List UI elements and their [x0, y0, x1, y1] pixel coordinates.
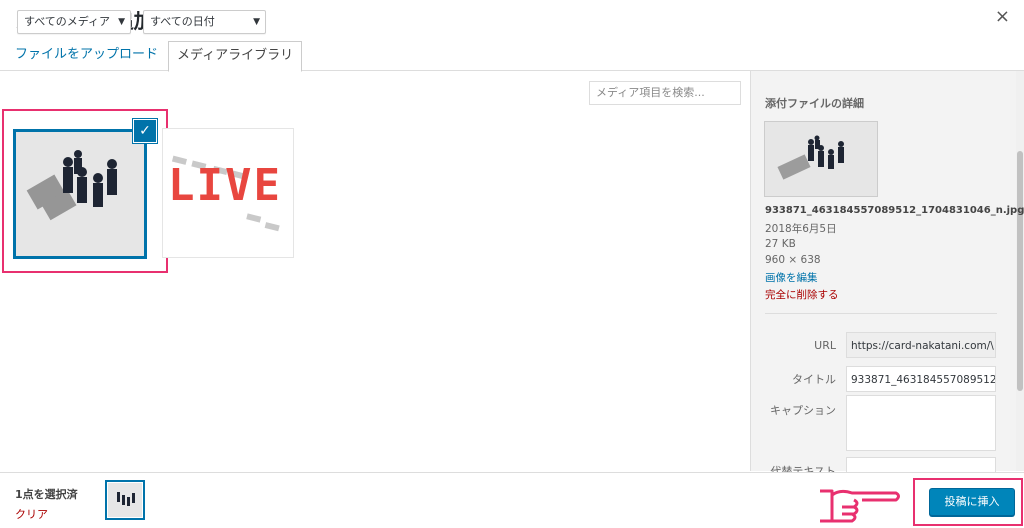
tab-media-library[interactable]: メディアライブラリ — [168, 41, 303, 72]
caption-field[interactable] — [846, 395, 996, 451]
file-size: 27 KB — [765, 238, 796, 250]
scrollbar[interactable] — [1016, 71, 1024, 471]
highlight-frame — [2, 109, 168, 273]
details-thumbnail — [765, 122, 877, 196]
chevron-down-icon: ▼ — [253, 17, 260, 27]
divider — [765, 313, 997, 314]
media-type-filter-label: すべてのメディア — [24, 15, 111, 28]
media-type-filter[interactable]: すべてのメディア ▼ — [17, 10, 132, 34]
tab-upload[interactable]: ファイルをアップロード — [7, 41, 166, 69]
live-text: LIVE — [168, 160, 282, 211]
live-poster-thumbnail: LIVE — [162, 128, 294, 258]
date-filter[interactable]: すべての日付 ▼ — [143, 10, 266, 34]
caption-label: キャプション — [770, 404, 836, 417]
scrollbar-thumb[interactable] — [1017, 151, 1023, 391]
url-label: URL — [814, 339, 836, 352]
tab-bar: ファイルをアップロード メディアライブラリ — [0, 36, 1024, 72]
selected-thumbnail[interactable] — [105, 480, 145, 520]
media-modal: メディアを追加 × ファイルをアップロード メディアライブラリ すべてのメディア… — [0, 0, 1024, 528]
title-label: タイトル — [792, 373, 836, 386]
delete-permanently-link[interactable]: 完全に削除する — [765, 287, 839, 302]
edit-image-link[interactable]: 画像を編集 — [765, 270, 818, 285]
selection-count: 1点を選択済 — [15, 488, 78, 501]
attachment-item[interactable]: LIVE — [162, 128, 294, 258]
alt-text-field[interactable] — [846, 457, 996, 473]
highlight-frame — [913, 478, 1023, 526]
pointing-hand-icon — [820, 489, 900, 523]
clear-selection-link[interactable]: クリア — [15, 506, 48, 522]
date-filter-label: すべての日付 — [150, 15, 215, 28]
upload-date: 2018年6月5日 — [765, 223, 837, 235]
search-input[interactable]: メディア項目を検索... — [589, 81, 741, 105]
chevron-down-icon: ▼ — [118, 17, 126, 27]
details-heading: 添付ファイルの詳細 — [765, 97, 864, 110]
image-dimensions: 960 × 638 — [765, 254, 821, 266]
file-name: 933871_463184557089512_1704831046_n.jpg — [765, 205, 1024, 216]
title-field[interactable]: 933871_463184557089512_ — [846, 366, 996, 392]
close-icon[interactable]: × — [995, 6, 1010, 27]
url-field[interactable]: https://card-nakatani.com/\ — [846, 332, 996, 358]
